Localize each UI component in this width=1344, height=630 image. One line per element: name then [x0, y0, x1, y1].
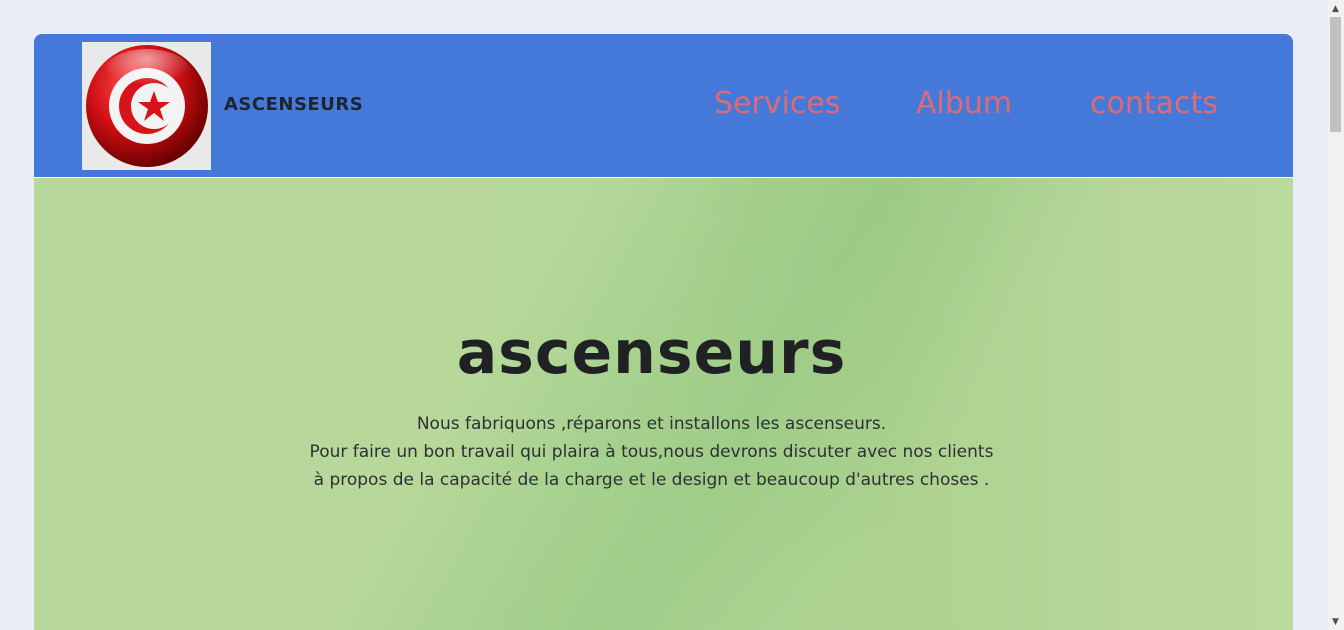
scroll-up-icon[interactable]: ▲: [1327, 0, 1344, 17]
tunisia-flag-icon: [85, 45, 208, 167]
brand-name: ASCENSEURS: [224, 94, 364, 115]
scrollbar-thumb[interactable]: [1330, 17, 1341, 132]
hero-section: ascenseurs Nous fabriquons ,réparons et …: [34, 178, 1293, 630]
hero-description: Nous fabriquons ,réparons et installons …: [34, 410, 1281, 494]
site-frame: ASCENSEURS Services Album contacts ascen…: [34, 34, 1293, 630]
nav-services[interactable]: Services: [714, 86, 841, 121]
hero-line-3: à propos de la capacité de la charge et …: [313, 470, 990, 490]
scroll-down-icon[interactable]: ▼: [1327, 613, 1344, 630]
nav-contacts[interactable]: contacts: [1090, 86, 1218, 121]
page: ASCENSEURS Services Album contacts ascen…: [0, 0, 1344, 630]
site-header: ASCENSEURS Services Album contacts: [34, 34, 1293, 177]
vertical-scrollbar[interactable]: ▲ ▼: [1327, 0, 1344, 630]
nav-album[interactable]: Album: [916, 86, 1012, 121]
hero-title: ascenseurs: [456, 318, 847, 388]
hero-line-1: Nous fabriquons ,réparons et installons …: [416, 414, 887, 434]
hero-line-2: Pour faire un bon travail qui plaira à t…: [309, 442, 994, 462]
logo[interactable]: [82, 42, 211, 170]
